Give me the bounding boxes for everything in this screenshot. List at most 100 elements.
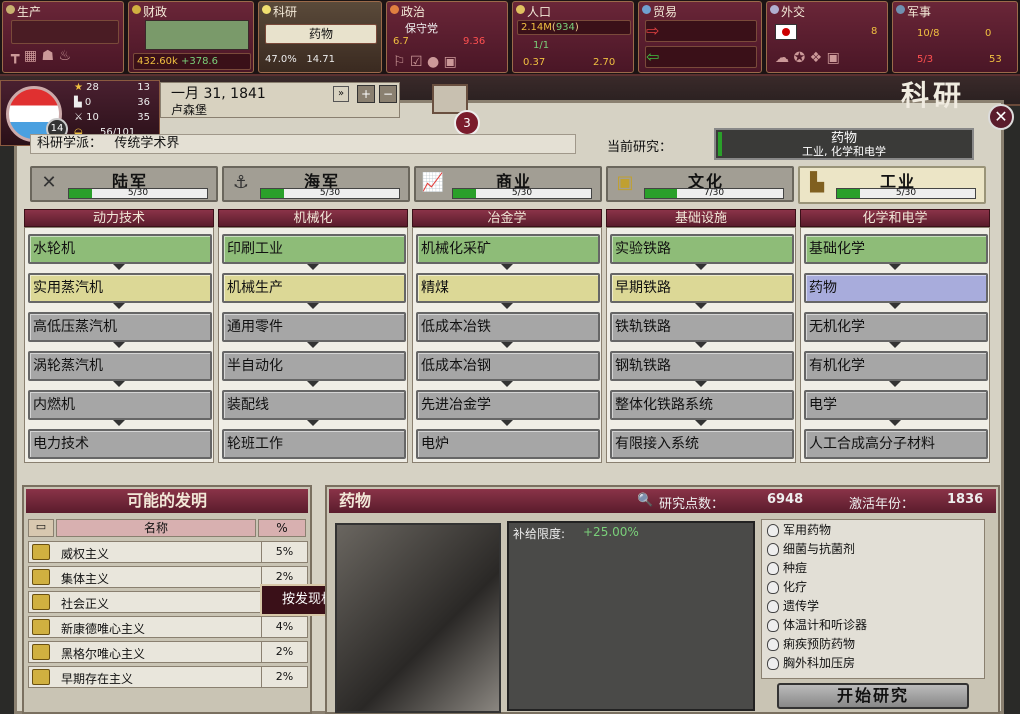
invention-row[interactable]: 威权主义 5% bbox=[28, 541, 308, 563]
invention-icon bbox=[32, 669, 50, 685]
tech-cell[interactable]: 高低压蒸汽机 bbox=[28, 312, 212, 342]
tech-invention-item[interactable]: 军用药物 bbox=[763, 521, 981, 540]
invention-row[interactable]: 新康德唯心主义 4% bbox=[28, 616, 308, 638]
tab-industry-progress: 5/30 bbox=[836, 188, 976, 199]
imports-slot[interactable]: ⇦ bbox=[645, 46, 757, 68]
tech-cell[interactable]: 有机化学 bbox=[804, 351, 988, 381]
politics-title: 政治 bbox=[401, 5, 426, 19]
folder-sort-icon[interactable]: ▭ bbox=[28, 519, 54, 537]
tech-cell[interactable]: 机械生产 bbox=[222, 273, 406, 303]
pop-growth: 934 bbox=[555, 22, 575, 33]
population-panel[interactable]: 人口 2.14M(934) 1/1 0.37 2.70 bbox=[512, 1, 634, 73]
tech-cell[interactable]: 基础化学 bbox=[804, 234, 988, 264]
tech-cell[interactable]: 实用蒸汽机 bbox=[28, 273, 212, 303]
start-research-button[interactable]: 开始研究 bbox=[777, 683, 969, 709]
tab-commerce-progress-fill bbox=[453, 189, 477, 198]
tech-cell[interactable]: 水轮机 bbox=[28, 234, 212, 264]
tech-cell[interactable]: 先进冶金学 bbox=[416, 390, 600, 420]
tab-industry[interactable]: ▙ 工业 5/30 bbox=[798, 166, 986, 204]
tab-commerce-progress: 5/30 bbox=[452, 188, 592, 199]
tech-cell[interactable]: 轮班工作 bbox=[222, 429, 406, 459]
close-button[interactable]: ✕ bbox=[988, 104, 1014, 130]
tech-invention-item[interactable]: 种痘 bbox=[763, 559, 981, 578]
tech-cell[interactable]: 实验铁路 bbox=[610, 234, 794, 264]
tech-cell[interactable]: 通用零件 bbox=[222, 312, 406, 342]
tech-column: 机械化采矿精煤低成本冶铁低成本冶钢先进冶金学电炉 bbox=[412, 227, 602, 463]
tech-cell[interactable]: 电炉 bbox=[416, 429, 600, 459]
tech-cell[interactable]: 印刷工业 bbox=[222, 234, 406, 264]
finance-panel[interactable]: 财政 432.60k +378.6 bbox=[128, 1, 254, 73]
invention-icon bbox=[32, 569, 50, 585]
current-research-slot[interactable]: 药物 bbox=[265, 24, 377, 44]
speed-icon[interactable]: » bbox=[333, 86, 349, 102]
lightbulb-icon bbox=[767, 581, 779, 594]
anchor-icon: ⚓ bbox=[232, 172, 250, 193]
name-column-header[interactable]: 名称 bbox=[56, 519, 256, 537]
tech-invention-item[interactable]: 化疗 bbox=[763, 578, 981, 597]
tech-invention-item[interactable]: 遗传学 bbox=[763, 597, 981, 616]
tech-cell[interactable]: 装配线 bbox=[222, 390, 406, 420]
trade-title: 贸易 bbox=[653, 5, 678, 19]
effects-box: 补给限度: +25.00% bbox=[507, 521, 755, 711]
tech-cell[interactable]: 早期铁路 bbox=[610, 273, 794, 303]
speed-up-button[interactable]: + bbox=[357, 85, 375, 103]
military-panel[interactable]: 军事 10/8 0 5/3 53 bbox=[892, 1, 1018, 73]
exports-slot[interactable]: ⇨ bbox=[645, 20, 757, 42]
tech-cell[interactable]: 无机化学 bbox=[804, 312, 988, 342]
tech-cell[interactable]: 药物 bbox=[804, 273, 988, 303]
trade-panel[interactable]: 贸易 ⇨ ⇦ bbox=[638, 1, 762, 73]
tech-arrow-icon bbox=[113, 264, 125, 270]
production-panel[interactable]: 生产 ┳ ▦ ☗ ♨ bbox=[2, 1, 124, 73]
year-label: 激活年份： bbox=[849, 497, 915, 512]
invention-row[interactable]: 黑格尔唯心主义 2% bbox=[28, 641, 308, 663]
current-research-box[interactable]: 药物 工业, 化学和电学 bbox=[714, 128, 974, 160]
tech-cell[interactable]: 有限接入系统 bbox=[610, 429, 794, 459]
tech-cell[interactable]: 精煤 bbox=[416, 273, 600, 303]
diplomacy-icons: ☁ ✪ ❖ ▣ bbox=[775, 50, 840, 66]
import-arrow-icon: ⇦ bbox=[646, 47, 660, 66]
militancy-value: 0.37 bbox=[523, 57, 546, 68]
speed-down-button[interactable]: − bbox=[379, 85, 397, 103]
tech-cell[interactable]: 整体化铁路系统 bbox=[610, 390, 794, 420]
tech-cell[interactable]: 机械化采矿 bbox=[416, 234, 600, 264]
invention-name: 早期存在主义 bbox=[61, 672, 134, 686]
percent-column-header[interactable]: % bbox=[258, 519, 306, 537]
tech-arrow-icon bbox=[695, 303, 707, 309]
invention-row[interactable]: 早期存在主义 2% bbox=[28, 666, 308, 688]
invention-name: 黑格尔唯心主义 bbox=[61, 647, 146, 661]
tech-cell[interactable]: 半自动化 bbox=[222, 351, 406, 381]
tech-invention-item[interactable]: 细菌与抗菌剂 bbox=[763, 540, 981, 559]
tech-cell[interactable]: 内燃机 bbox=[28, 390, 212, 420]
politics-panel[interactable]: 政治 保守党 6.7 9.36 ⚐ ☑ ● ▣ bbox=[386, 1, 508, 73]
tech-invention-item[interactable]: 痢疾预防药物 bbox=[763, 635, 981, 654]
tech-cell[interactable]: 低成本冶钢 bbox=[416, 351, 600, 381]
tech-column: 基础化学药物无机化学有机化学电学人工合成高分子材料 bbox=[800, 227, 990, 463]
army2-value: 0 bbox=[985, 28, 992, 39]
tab-culture[interactable]: ▣ 文化 7/30 bbox=[606, 166, 794, 202]
japan-flag-icon[interactable] bbox=[775, 24, 797, 40]
invention-name: 威权主义 bbox=[61, 547, 110, 561]
research-panel[interactable]: 科研 药物 47.0% 14.71 bbox=[258, 1, 382, 73]
effect-value: +25.00% bbox=[583, 525, 639, 539]
tech-cell[interactable]: 铁轨铁路 bbox=[610, 312, 794, 342]
diplomacy-panel[interactable]: 外交 8 ☁ ✪ ❖ ▣ bbox=[766, 1, 888, 73]
tech-invention-item[interactable]: 胸外科加压房 bbox=[763, 654, 981, 673]
tech-arrow-icon bbox=[695, 381, 707, 387]
production-goods[interactable] bbox=[11, 20, 119, 44]
tech-cell[interactable]: 电力技术 bbox=[28, 429, 212, 459]
tech-cell[interactable]: 低成本冶铁 bbox=[416, 312, 600, 342]
army-value: 10/8 bbox=[917, 28, 940, 39]
alert-badge[interactable]: 3 bbox=[454, 110, 480, 136]
tech-cell[interactable]: 电学 bbox=[804, 390, 988, 420]
tech-arrow-icon bbox=[113, 381, 125, 387]
tech-cell[interactable]: 钢轨铁路 bbox=[610, 351, 794, 381]
tech-invention-item[interactable]: 体温计和听诊器 bbox=[763, 616, 981, 635]
tab-navy[interactable]: ⚓ 海军 5/30 bbox=[222, 166, 410, 202]
tech-arrow-icon bbox=[889, 264, 901, 270]
tech-cell[interactable]: 人工合成高分子材料 bbox=[804, 429, 988, 459]
tab-navy-progress-fill bbox=[261, 189, 285, 198]
school-label: 科研学派： bbox=[37, 136, 103, 151]
tab-army[interactable]: ✕ 陆军 5/30 bbox=[30, 166, 218, 202]
tab-commerce[interactable]: 📈 商业 5/30 bbox=[414, 166, 602, 202]
tech-cell[interactable]: 涡轮蒸汽机 bbox=[28, 351, 212, 381]
